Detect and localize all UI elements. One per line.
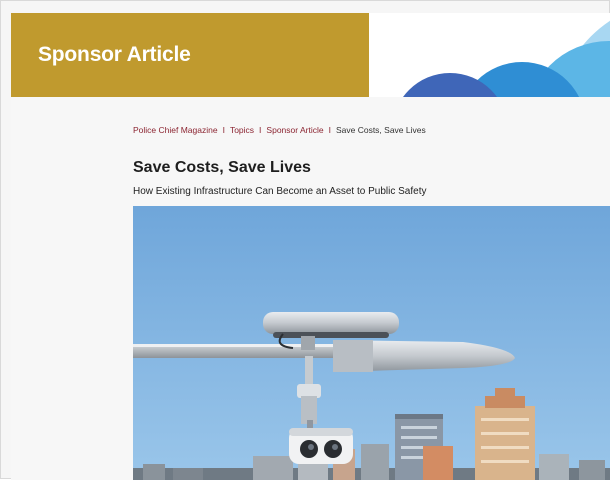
breadcrumb-separator: I [328, 125, 331, 135]
hero-streetlight-photo [133, 206, 610, 480]
header-banner: Sponsor Article [11, 13, 610, 97]
banner-gold-panel: Sponsor Article [11, 13, 369, 97]
breadcrumb-separator: I [259, 125, 262, 135]
camera-unit [289, 428, 353, 464]
breadcrumb: Police Chief Magazine I Topics I Sponsor Art… [133, 125, 426, 135]
breadcrumb-link-topics[interactable]: Topics [230, 125, 254, 135]
banner-title: Sponsor Article [38, 43, 191, 66]
hero-image [133, 206, 610, 480]
article-title: Save Costs, Save Lives [133, 159, 311, 176]
article-subtitle: How Existing Infrastructure Can Become a… [133, 186, 427, 197]
page-frame: Sponsor Article Police Chief Magazine I To… [0, 0, 610, 480]
breadcrumb-link-sponsor-article[interactable]: Sponsor Article [266, 125, 323, 135]
breadcrumb-separator: I [222, 125, 225, 135]
breadcrumb-link-police-chief-magazine[interactable]: Police Chief Magazine [133, 125, 218, 135]
breadcrumb-current: Save Costs, Save Lives [335, 125, 426, 135]
article-content: Police Chief Magazine I Topics I Sponsor Art… [11, 97, 610, 480]
